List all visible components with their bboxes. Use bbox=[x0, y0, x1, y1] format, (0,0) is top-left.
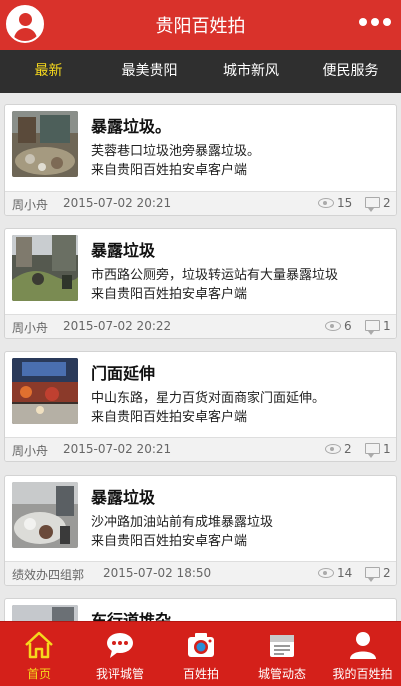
eye-icon bbox=[325, 444, 341, 454]
eye-icon bbox=[325, 321, 341, 331]
post-author: 周小舟 bbox=[12, 444, 49, 458]
home-icon bbox=[25, 631, 53, 659]
post-card[interactable]: 暴露垃圾。 芙蓉巷口垃圾池旁暴露垃圾。 来自贵阳百姓拍安卓客户端 周小舟 201… bbox=[4, 104, 397, 216]
post-card[interactable]: 车行道堆杂 bbox=[4, 598, 397, 621]
nav-label: 我的百姓拍 bbox=[332, 667, 393, 681]
post-description-line: 芙蓉巷口垃圾池旁暴露垃圾。 bbox=[91, 144, 261, 159]
bottom-navigation: 首页 我评城管 百姓拍 城管动态 我的百姓拍 bbox=[0, 621, 401, 686]
comment-count: 2 bbox=[383, 196, 391, 210]
post-title: 暴露垃圾。 bbox=[91, 117, 172, 136]
news-icon bbox=[270, 635, 294, 657]
comment-icon[interactable] bbox=[365, 197, 380, 212]
post-author: 周小舟 bbox=[12, 321, 49, 335]
user-icon bbox=[349, 632, 376, 659]
post-source-line: 来自贵阳百姓拍安卓客户端 bbox=[91, 534, 248, 549]
comment-count: 1 bbox=[383, 319, 391, 333]
post-thumbnail bbox=[12, 111, 78, 177]
nav-my-photos[interactable]: 我的百姓拍 bbox=[324, 622, 401, 686]
comment-count: 1 bbox=[383, 442, 391, 456]
nav-city-management-news[interactable]: 城管动态 bbox=[240, 622, 324, 686]
post-meta-bar: 周小舟 2015-07-02 20:21 15 2 bbox=[5, 191, 396, 215]
post-description: 市西路公厕旁，垃圾转运站有大量暴露垃圾 来自贵阳百姓拍安卓客户端 bbox=[91, 266, 391, 304]
post-meta-bar: 周小舟 2015-07-02 20:22 6 1 bbox=[5, 314, 396, 338]
post-description: 芙蓉巷口垃圾池旁暴露垃圾。 来自贵阳百姓拍安卓客户端 bbox=[91, 142, 391, 180]
post-meta-bar: 绩效办四组郭 2015-07-02 18:50 14 2 bbox=[5, 561, 396, 585]
tab-city-new-trend[interactable]: 城市新风 bbox=[202, 50, 300, 93]
nav-home[interactable]: 首页 bbox=[0, 622, 78, 686]
nav-citizen-photo[interactable]: 百姓拍 bbox=[162, 622, 240, 686]
post-thumbnail bbox=[12, 482, 78, 548]
tab-beautiful-guiyang[interactable]: 最美贵阳 bbox=[97, 50, 202, 93]
view-count: 15 bbox=[337, 196, 353, 210]
eye-icon bbox=[318, 568, 334, 578]
nav-label: 我评城管 bbox=[95, 667, 144, 681]
post-title: 暴露垃圾 bbox=[91, 241, 156, 260]
post-description-line: 市西路公厕旁，垃圾转运站有大量暴露垃圾 bbox=[91, 268, 339, 283]
post-description: 中山东路，星力百货对面商家门面延伸。 来自贵阳百姓拍安卓客户端 bbox=[91, 389, 391, 427]
post-time: 2015-07-02 18:50 bbox=[103, 566, 212, 580]
tab-latest[interactable]: 最新 bbox=[0, 50, 97, 93]
eye-icon bbox=[318, 198, 334, 208]
comment-icon[interactable] bbox=[365, 443, 380, 458]
view-count: 2 bbox=[344, 442, 352, 456]
post-source-line: 来自贵阳百姓拍安卓客户端 bbox=[91, 410, 248, 425]
view-count: 6 bbox=[344, 319, 352, 333]
comment-icon[interactable] bbox=[365, 320, 380, 335]
comment-icon[interactable] bbox=[365, 567, 380, 582]
post-meta-bar: 周小舟 2015-07-02 20:21 2 1 bbox=[5, 437, 396, 461]
post-thumbnail bbox=[12, 358, 78, 424]
post-source-line: 来自贵阳百姓拍安卓客户端 bbox=[91, 287, 248, 302]
nav-rate-city-management[interactable]: 我评城管 bbox=[78, 622, 162, 686]
nav-label: 百姓拍 bbox=[182, 667, 219, 681]
post-thumbnail bbox=[12, 605, 78, 621]
post-description-line: 中山东路，星力百货对面商家门面延伸。 bbox=[91, 391, 326, 406]
post-feed[interactable]: 暴露垃圾。 芙蓉巷口垃圾池旁暴露垃圾。 来自贵阳百姓拍安卓客户端 周小舟 201… bbox=[0, 93, 401, 621]
camera-icon bbox=[188, 633, 214, 657]
nav-label: 城管动态 bbox=[257, 667, 306, 681]
post-title: 暴露垃圾 bbox=[91, 488, 156, 507]
nav-label: 首页 bbox=[26, 667, 51, 681]
category-tabs: 最新 最美贵阳 城市新风 便民服务 bbox=[0, 50, 401, 93]
post-title: 门面延伸 bbox=[91, 364, 156, 383]
app-header: 贵阳百姓拍 bbox=[0, 0, 401, 50]
view-count: 14 bbox=[337, 566, 353, 580]
app-title: 贵阳百姓拍 bbox=[155, 16, 246, 37]
post-author: 周小舟 bbox=[12, 198, 49, 212]
post-time: 2015-07-02 20:21 bbox=[63, 442, 172, 456]
chat-bubble-icon bbox=[107, 633, 133, 658]
comment-count: 2 bbox=[383, 566, 391, 580]
post-title: 车行道堆杂 bbox=[91, 611, 172, 621]
post-source-line: 来自贵阳百姓拍安卓客户端 bbox=[91, 163, 248, 178]
post-description-line: 沙冲路加油站前有成堆暴露垃圾 bbox=[91, 515, 274, 530]
post-card[interactable]: 门面延伸 中山东路，星力百货对面商家门面延伸。 来自贵阳百姓拍安卓客户端 周小舟… bbox=[4, 351, 397, 462]
post-description: 沙冲路加油站前有成堆暴露垃圾 来自贵阳百姓拍安卓客户端 bbox=[91, 513, 391, 551]
post-card[interactable]: 暴露垃圾 沙冲路加油站前有成堆暴露垃圾 来自贵阳百姓拍安卓客户端 绩效办四组郭 … bbox=[4, 475, 397, 586]
post-time: 2015-07-02 20:22 bbox=[63, 319, 172, 333]
post-card[interactable]: 暴露垃圾 市西路公厕旁，垃圾转运站有大量暴露垃圾 来自贵阳百姓拍安卓客户端 周小… bbox=[4, 228, 397, 339]
post-thumbnail bbox=[12, 235, 78, 301]
post-author: 绩效办四组郭 bbox=[12, 568, 85, 582]
more-options-icon[interactable] bbox=[359, 18, 391, 28]
post-time: 2015-07-02 20:21 bbox=[63, 196, 172, 210]
tab-public-services[interactable]: 便民服务 bbox=[300, 50, 401, 93]
